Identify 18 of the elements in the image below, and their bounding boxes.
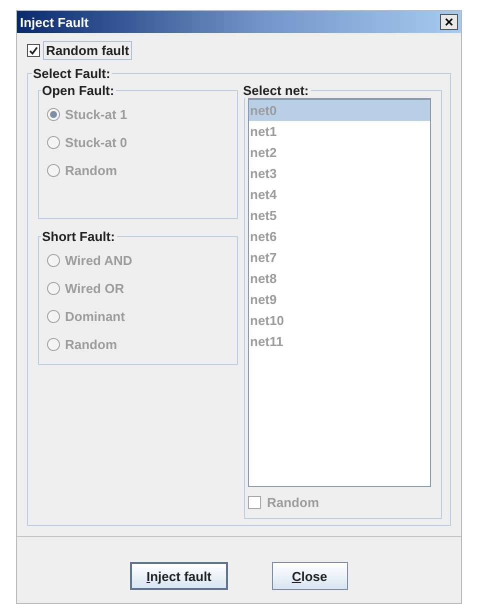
group-title: Select net: <box>242 83 310 98</box>
group-title: Select Fault: <box>32 66 112 81</box>
group-title: Short Fault: <box>41 229 116 244</box>
group-title: Open Fault: <box>41 83 116 98</box>
radio-label: Wired OR <box>65 280 124 296</box>
radio-label: Random <box>65 162 117 178</box>
radio-label: Dominant <box>65 308 125 324</box>
checkbox[interactable] <box>27 44 40 57</box>
checkbox-label: Random <box>266 494 320 512</box>
inject-button[interactable]: Inject fault <box>130 562 228 590</box>
radio-label: Random <box>65 336 117 352</box>
window-title: Inject Fault <box>20 14 89 30</box>
checkbox-label: Random fault <box>43 41 132 60</box>
radio-label: Wired AND <box>65 252 132 268</box>
radio-label: Stuck-at 1 <box>65 106 128 122</box>
radio-label: Stuck-at 0 <box>65 134 128 150</box>
close-button[interactable]: × <box>440 14 458 30</box>
close-button[interactable]: Close <box>272 562 348 590</box>
